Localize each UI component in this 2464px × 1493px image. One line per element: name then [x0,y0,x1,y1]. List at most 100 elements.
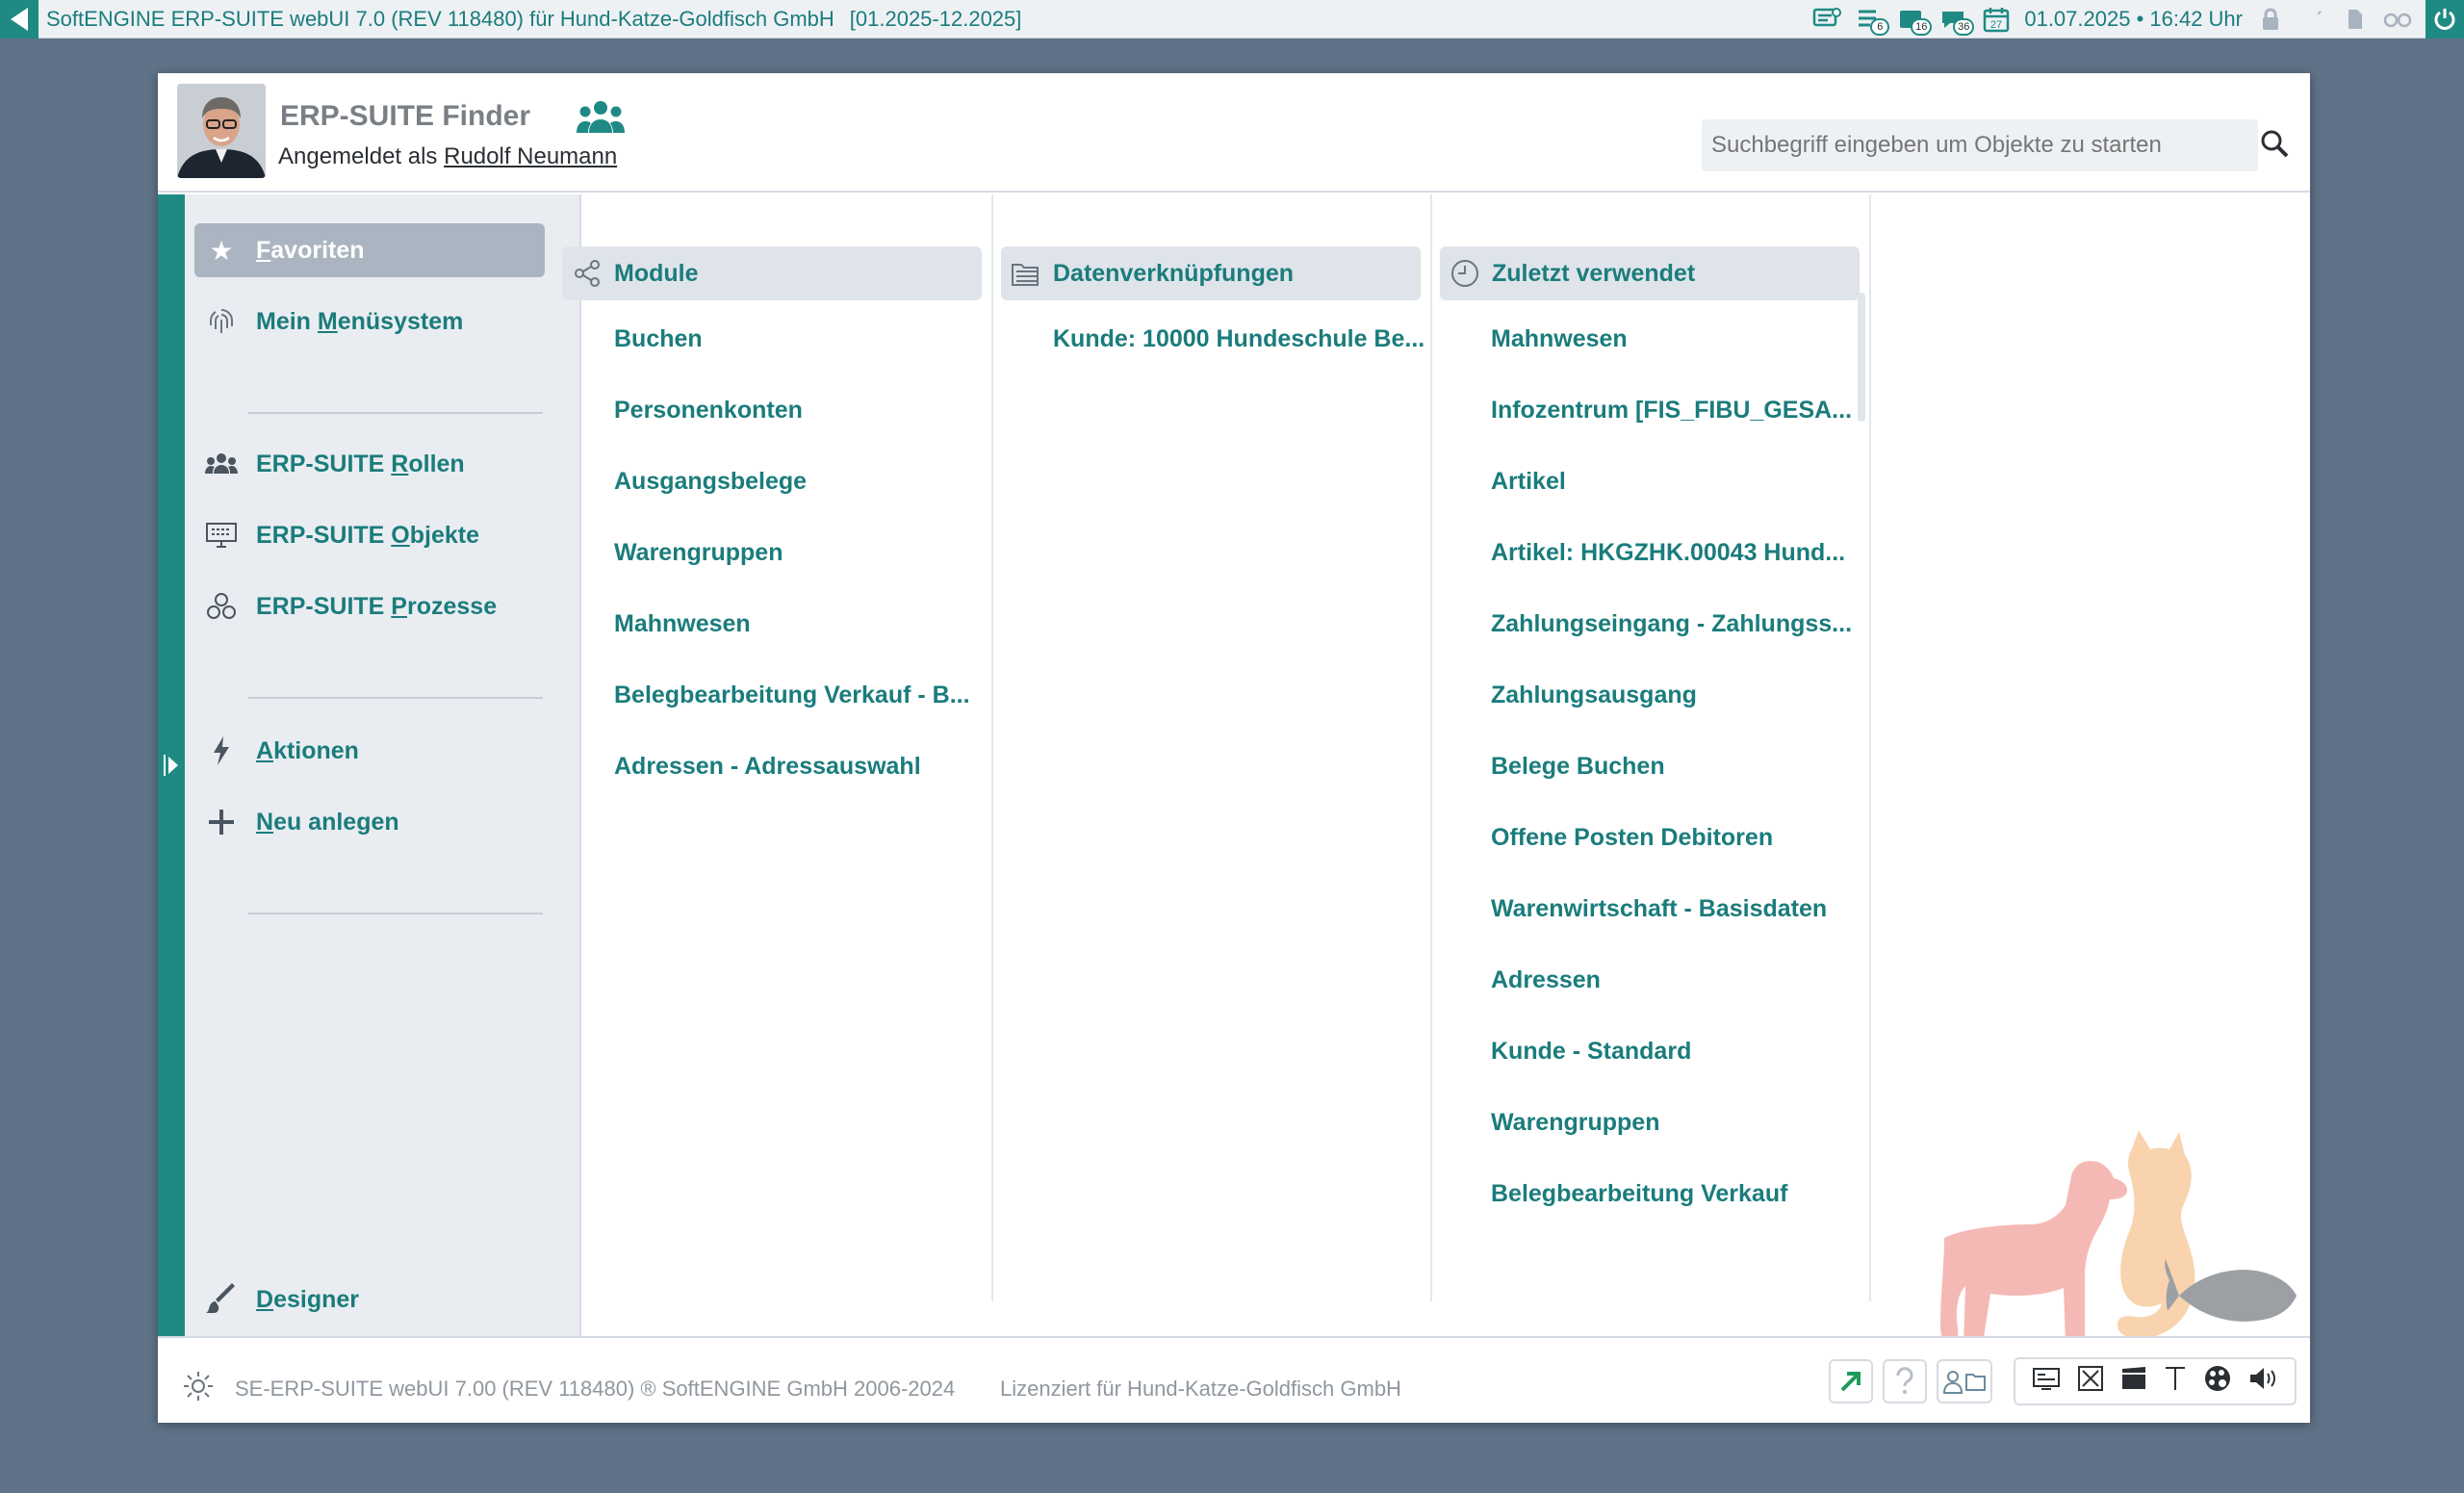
column-header-datenverknuepfungen: Datenverknüpfungen [1001,246,1421,300]
module-item[interactable]: Mahnwesen [614,610,751,638]
recent-item[interactable]: Warengruppen [1491,1109,1659,1137]
app-title: ERP-SUITE Finder [280,100,531,132]
users-icon [194,452,248,476]
user-name-link[interactable]: Rudolf Neumann [444,143,617,169]
sidebar-item-label: ERP-SUITE Objekte [256,521,480,549]
column-separator [991,194,993,1301]
fingerprint-icon [194,306,248,337]
footer-toolbar [2014,1357,2297,1405]
lock-icon[interactable] [2256,7,2285,32]
sidebar-item-label: ERP-SUITE Prozesse [256,592,498,620]
module-item[interactable]: Belegbearbeitung Verkauf - B... [614,682,970,709]
logged-in-info: Angemeldet als Rudolf Neumann [278,143,617,170]
sidebar-item-favoriten[interactable]: ★ Favoriten [194,223,545,277]
recent-item[interactable]: Zahlungsausgang [1491,682,1697,709]
power-button[interactable] [2426,0,2464,39]
open-external-button[interactable] [1829,1359,1873,1403]
process-icon [194,592,248,621]
user-folder-icon [1942,1371,1986,1394]
display-settings-icon[interactable] [2032,1366,2061,1398]
user-avatar[interactable] [177,84,266,178]
text-icon[interactable] [2164,1365,2187,1399]
tools-icon[interactable] [2298,7,2327,32]
search-input[interactable] [1702,119,2258,171]
sidebar-item-neu-anlegen[interactable]: Neu anlegen [194,795,545,849]
module-item[interactable]: Personenkonten [614,397,803,425]
help-button[interactable] [1883,1359,1927,1403]
tasks-icon[interactable]: 6 [1855,7,1890,36]
recent-item[interactable]: Infozentrum [FIS_FIBU_GESA... [1491,397,1852,425]
column-header-label: Datenverknüpfungen [1053,259,1295,287]
back-arrow-icon [11,7,28,31]
chat-icon[interactable]: 36 [1939,7,1975,36]
recent-item[interactable]: Adressen [1491,966,1601,994]
column-header-module: Module [562,246,982,300]
sidebar-item-label: Aktionen [256,736,359,764]
column-separator [1430,194,1432,1301]
recent-item[interactable]: Offene Posten Debitoren [1491,824,1773,852]
sidebar-item-label: Favoriten [256,236,365,264]
mail-count-badge: 16 [1911,18,1933,36]
glasses-icon[interactable] [2383,7,2412,32]
calendar-icon[interactable]: 27 [1982,7,2011,33]
plus-icon [194,807,248,837]
sidebar-divider [248,412,543,414]
sidebar-item-menuesystem[interactable]: Mein Menüsystem [194,295,545,348]
module-item[interactable]: Adressen - Adressauswahl [614,753,921,781]
recent-item[interactable]: Mahnwesen [1491,325,1628,353]
version-info: SE-ERP-SUITE webUI 7.00 (REV 118480) ® S… [235,1377,956,1401]
gear-icon[interactable] [181,1369,216,1403]
recent-item[interactable]: Artikel: HKGZHK.00043 Hund... [1491,539,1845,567]
back-button[interactable] [0,0,38,39]
sidebar-item-rollen[interactable]: ERP-SUITE Rollen [194,437,545,491]
module-item[interactable]: Buchen [614,325,703,353]
recent-item[interactable]: Kunde - Standard [1491,1038,1691,1066]
mail-icon[interactable]: 16 [1897,7,1933,36]
title-bar: SoftENGINE ERP-SUITE webUI 7.0 (REV 1184… [0,0,2464,39]
clapperboard-icon[interactable] [2120,1366,2147,1398]
window-title: SoftENGINE ERP-SUITE webUI 7.0 (REV 1184… [46,6,834,31]
sidebar-item-objekte[interactable]: ERP-SUITE Objekte [194,508,545,562]
fullscreen-icon[interactable] [2077,1365,2104,1399]
chat-count-badge: 36 [1953,18,1975,36]
folder-icon [1001,259,1051,288]
expand-arrow-icon[interactable] [162,753,181,778]
sidebar-item-label: Mein Menüsystem [256,307,464,335]
recent-item[interactable]: Belege Buchen [1491,753,1665,781]
sidebar-divider [248,913,543,914]
sidebar-collapse-strip[interactable] [158,194,185,1338]
finder-header: ERP-SUITE Finder Angemeldet als Rudolf N… [158,73,2310,193]
finder-panel: ERP-SUITE Finder Angemeldet als Rudolf N… [158,73,2310,1423]
star-icon: ★ [209,235,234,266]
lightning-icon [194,735,248,766]
column-header-label: Module [614,259,699,287]
clock-icon [1440,258,1490,289]
recent-item[interactable]: Warenwirtschaft - Basisdaten [1491,895,1827,923]
recent-scrollbar[interactable] [1858,293,1865,422]
calendar-day-text: 27 [1990,19,2002,31]
user-folder-button[interactable] [1937,1359,1992,1403]
link-item[interactable]: Kunde: 10000 Hundeschule Be... [1053,325,1424,353]
palette-icon[interactable] [2203,1364,2232,1400]
notifications-icon[interactable] [1812,7,1842,32]
sidebar-item-designer[interactable]: Designer [194,1273,545,1326]
sidebar-item-prozesse[interactable]: ERP-SUITE Prozesse [194,579,545,633]
module-item[interactable]: Ausgangsbelege [614,468,807,496]
share-icon [562,259,612,288]
document-icon[interactable] [2341,7,2370,32]
recent-item[interactable]: Belegbearbeitung Verkauf [1491,1180,1787,1208]
column-separator [1869,194,1871,1301]
speaker-icon[interactable] [2248,1366,2279,1398]
date-time: 01.07.2025 • 16:42 Uhr [2024,7,2243,31]
sidebar-item-aktionen[interactable]: Aktionen [194,724,545,778]
user-group-icon[interactable] [576,100,626,135]
logged-in-label: Angemeldet als [278,143,438,169]
recent-item[interactable]: Zahlungseingang - Zahlungss... [1491,610,1852,638]
recent-item[interactable]: Artikel [1491,468,1566,496]
footer: SE-ERP-SUITE webUI 7.00 (REV 118480) ® S… [158,1336,2310,1423]
sidebar-divider [248,697,543,699]
search-icon[interactable] [2256,125,2295,164]
column-header-label: Zuletzt verwendet [1492,259,1696,287]
module-item[interactable]: Warengruppen [614,539,783,567]
power-icon [2434,9,2455,30]
